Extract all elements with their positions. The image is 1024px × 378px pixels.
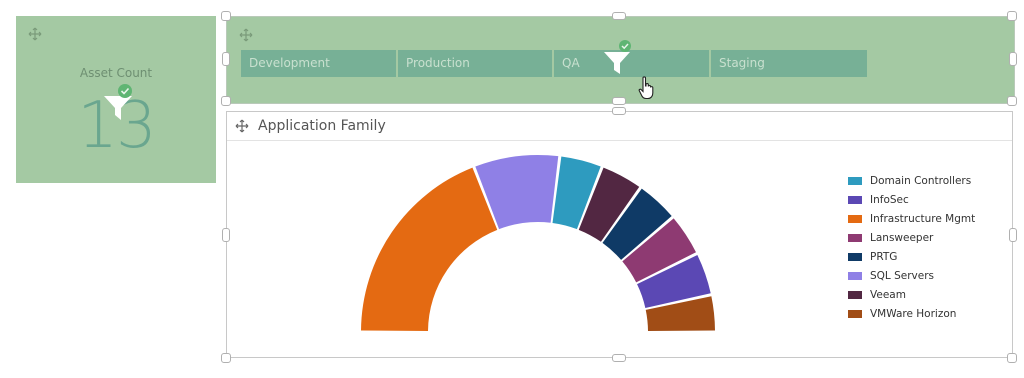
chart-legend: Domain Controllers InfoSec Infrastructure … xyxy=(848,171,975,323)
env-button-staging[interactable]: Staging xyxy=(711,50,867,77)
legend-item[interactable]: Domain Controllers xyxy=(848,171,975,190)
legend-label: SQL Servers xyxy=(870,269,935,282)
legend-label: Infrastructure Mgmt xyxy=(870,212,976,225)
legend-label: InfoSec xyxy=(870,193,909,206)
resize-handle[interactable] xyxy=(222,228,230,242)
env-button-qa[interactable]: QA xyxy=(554,40,711,77)
legend-swatch xyxy=(848,195,862,204)
legend-swatch xyxy=(848,233,862,242)
legend-label: Lansweeper xyxy=(870,231,934,244)
legend-item[interactable]: Veeam xyxy=(848,285,975,304)
semi-donut-chart xyxy=(361,155,715,332)
resize-handle[interactable] xyxy=(1009,52,1017,66)
env-button-development[interactable]: Development xyxy=(241,50,398,77)
move-icon[interactable] xyxy=(235,119,249,136)
resize-handle[interactable] xyxy=(612,354,626,362)
environment-button-group: Development Production QA Staging xyxy=(241,40,867,77)
resize-handle[interactable] xyxy=(612,12,626,20)
legend-item[interactable]: Lansweeper xyxy=(848,228,975,247)
legend-item[interactable]: SQL Servers xyxy=(848,266,975,285)
chart-header: Application Family xyxy=(227,112,1012,141)
resize-handle[interactable] xyxy=(1009,228,1017,242)
application-family-tile[interactable]: Application Family Domain Controllers Inf… xyxy=(226,111,1013,358)
chart-slice-infrastructure-mgmt[interactable] xyxy=(361,167,498,332)
legend-swatch xyxy=(848,252,862,261)
resize-handle[interactable] xyxy=(221,96,231,106)
resize-handle[interactable] xyxy=(221,353,231,363)
resize-handle[interactable] xyxy=(1007,11,1017,21)
filter-icon xyxy=(602,40,638,86)
legend-item[interactable]: InfoSec xyxy=(848,190,975,209)
resize-handle[interactable] xyxy=(1007,96,1017,106)
resize-handle[interactable] xyxy=(222,52,230,66)
legend-item[interactable]: VMWare Horizon xyxy=(848,304,975,323)
legend-swatch xyxy=(848,290,862,299)
resize-handle[interactable] xyxy=(612,107,626,115)
move-icon[interactable] xyxy=(28,27,42,44)
env-button-label: Staging xyxy=(719,56,765,70)
legend-swatch xyxy=(848,309,862,318)
legend-item[interactable]: PRTG xyxy=(848,247,975,266)
env-button-label: Development xyxy=(249,56,330,70)
resize-handle[interactable] xyxy=(221,11,231,21)
env-button-label: Production xyxy=(406,56,470,70)
legend-label: PRTG xyxy=(870,250,898,263)
legend-label: VMWare Horizon xyxy=(870,307,957,320)
env-button-production[interactable]: Production xyxy=(398,50,554,77)
legend-label: Veeam xyxy=(870,288,906,301)
resize-handle[interactable] xyxy=(612,97,626,105)
env-button-label: QA xyxy=(562,56,580,70)
filter-icon xyxy=(102,82,142,126)
legend-label: Domain Controllers xyxy=(870,174,972,187)
chart-title: Application Family xyxy=(258,118,386,134)
legend-item[interactable]: Infrastructure Mgmt xyxy=(848,209,975,228)
move-icon[interactable] xyxy=(239,28,253,45)
asset-count-title: Asset Count xyxy=(79,66,153,80)
resize-handle[interactable] xyxy=(1007,353,1017,363)
environment-filter-tile[interactable]: Development Production QA Staging xyxy=(226,16,1015,104)
legend-swatch xyxy=(848,271,862,280)
legend-swatch xyxy=(848,214,862,223)
legend-swatch xyxy=(848,176,862,185)
asset-count-tile[interactable]: Asset Count 13 xyxy=(16,16,216,183)
hand-pointer-icon xyxy=(638,76,656,104)
